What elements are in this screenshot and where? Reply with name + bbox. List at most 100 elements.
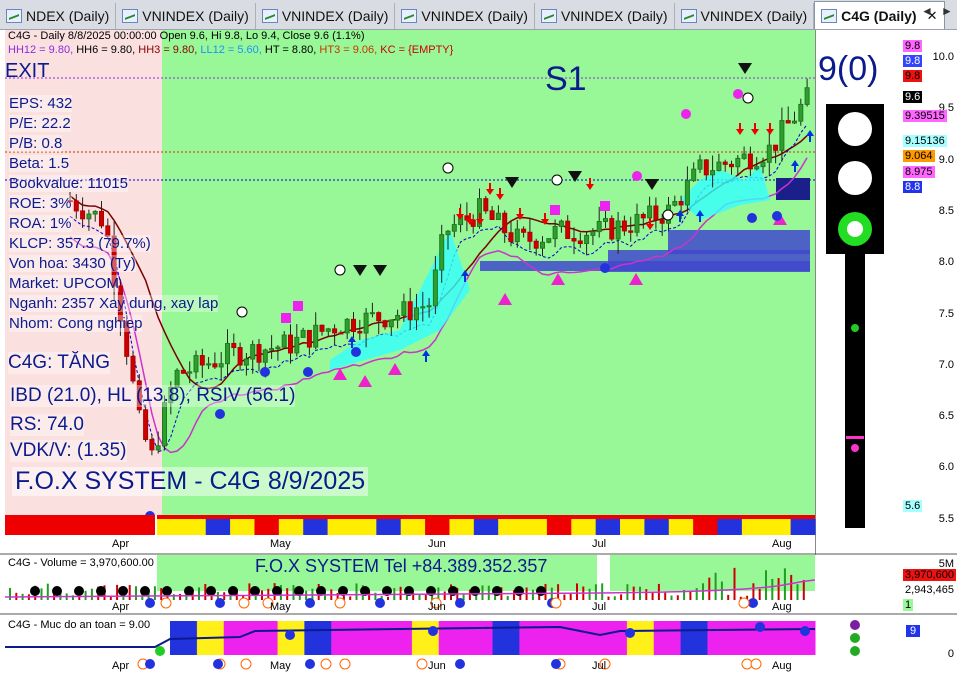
price-tag: 9.39515	[903, 110, 947, 122]
candle-body	[351, 318, 356, 332]
tab-label: VNINDEX (Daily)	[281, 8, 389, 24]
month-label: Apr	[112, 538, 130, 550]
price-tag: 9.8	[903, 55, 923, 67]
volume-tag: 3,970,600	[903, 569, 956, 581]
strip-segment	[230, 519, 255, 535]
candle-body	[162, 402, 167, 447]
price-pane[interactable]: C4G - Daily 8/8/2025 00:00:00 Open 9.6, …	[0, 30, 957, 555]
strip-segment	[498, 519, 524, 535]
candle-body	[319, 324, 325, 332]
price-tick-label: 9.0	[938, 153, 954, 166]
safety-segment	[385, 621, 413, 655]
strip-segment	[571, 519, 597, 535]
candle-body	[798, 103, 804, 122]
strip-segment	[693, 519, 719, 535]
fundamental-item: Bookvalue: 11015	[9, 175, 128, 192]
gauge-pole	[845, 254, 865, 528]
candle-body	[99, 210, 104, 227]
price-tag: 9.6	[903, 91, 923, 103]
price-tick-label: 5.5	[938, 512, 954, 525]
safety-segment	[411, 621, 440, 655]
gauge-dot	[851, 324, 859, 332]
safety-marker	[755, 622, 765, 632]
safety-segment	[573, 621, 601, 655]
safety-segment	[304, 621, 332, 655]
strip-segment	[254, 519, 280, 535]
candle-body	[647, 205, 653, 219]
candle-body	[634, 213, 640, 233]
volume-marker	[215, 598, 225, 608]
candle-body	[414, 307, 419, 321]
tab-vnindex-3[interactable]: VNINDEX (Daily)	[395, 3, 535, 29]
month-label: Apr	[112, 601, 130, 613]
candle-body	[735, 157, 741, 168]
tab-vnindex-4[interactable]: VNINDEX (Daily)	[535, 3, 675, 29]
strip-segment	[205, 519, 231, 535]
volume-dot	[162, 586, 172, 596]
month-label: Jun	[428, 538, 446, 550]
month-label: Aug	[772, 660, 792, 672]
candle-body	[451, 224, 457, 232]
safety-indicator	[850, 620, 860, 630]
safety-marker-filled	[455, 659, 465, 669]
strip-top-edge	[157, 515, 815, 519]
candle-body	[584, 234, 590, 245]
tab-prev-icon[interactable]: ◄	[921, 4, 933, 18]
one-marker	[772, 211, 782, 221]
chart-icon	[401, 9, 418, 23]
tab-vnindex-5[interactable]: VNINDEX (Daily)	[675, 3, 815, 29]
candle-body	[678, 201, 684, 206]
volume-small-tag: 1	[903, 599, 914, 611]
volume-marker-open	[160, 597, 172, 609]
safety-pane[interactable]: C4G - Muc do an toan = 9.00 9 0	[0, 617, 957, 676]
fundamental-item: ROE: 3%	[9, 195, 72, 212]
tab-vnindex-2[interactable]: VNINDEX (Daily)	[256, 3, 396, 29]
month-label: Apr	[112, 660, 130, 672]
price-tick-label: 7.5	[938, 307, 954, 320]
magenta-dot	[681, 109, 691, 119]
month-label: May	[270, 601, 291, 613]
level-value: KC = {EMPTY}	[380, 44, 454, 56]
candle-body	[590, 231, 596, 236]
gauge-marker	[846, 436, 864, 439]
safety-marker-filled	[145, 659, 155, 669]
magenta-square	[550, 205, 560, 215]
level-value: HH12 = 9.80,	[8, 44, 77, 56]
trend-status: C4G: TĂNG	[8, 352, 111, 374]
safety-marker-open	[240, 658, 252, 670]
bullish-zone	[162, 30, 815, 515]
volume-dot	[250, 586, 260, 596]
tab-next-icon[interactable]: ►	[941, 4, 953, 18]
safety-marker-filled	[551, 659, 561, 669]
candle-body	[325, 328, 331, 332]
strip-segment	[741, 519, 767, 535]
candle-body	[684, 180, 690, 206]
candle-body	[256, 344, 262, 363]
candle-body	[722, 161, 728, 165]
safety-marker	[155, 646, 165, 656]
tab-ndex[interactable]: NDEX (Daily)	[0, 3, 117, 29]
candle-body	[716, 161, 722, 172]
candle-body	[300, 329, 306, 338]
candle-body	[432, 269, 438, 307]
volume-pane[interactable]: C4G - Volume = 3,970,600.00 F.O.X SYSTEM…	[0, 555, 957, 615]
safety-marker-open	[320, 658, 332, 670]
fundamental-item: Market: UPCOM	[9, 275, 120, 292]
candle-body	[407, 301, 413, 321]
price-tick-label: 6.0	[938, 461, 954, 474]
level-value: HT3 = 9.06,	[319, 44, 381, 56]
magenta-square	[281, 313, 291, 323]
rs-status: RS: 74.0	[10, 414, 84, 436]
tab-vnindex-1[interactable]: VNINDEX (Daily)	[116, 3, 256, 29]
safety-segment	[465, 621, 493, 655]
zero-marker	[334, 264, 346, 276]
candle-body	[439, 234, 445, 271]
fundamental-item: Von hoa: 3430 (Ty)	[9, 255, 136, 272]
candle-body	[193, 355, 199, 373]
candle-body	[338, 332, 344, 335]
candle-body	[792, 120, 797, 124]
strip-segment	[327, 519, 353, 535]
candle-body	[357, 330, 363, 334]
price-tick-label: 10.0	[932, 51, 954, 63]
price-tag: 8.975	[903, 166, 935, 178]
